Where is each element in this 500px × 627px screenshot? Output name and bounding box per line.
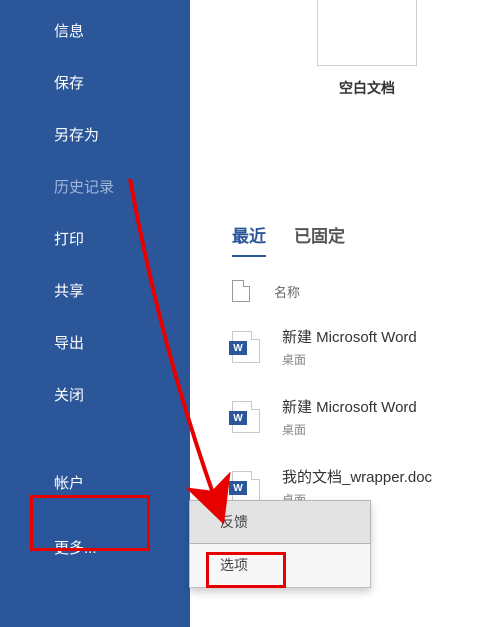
more-popup-menu: 反馈 选项 — [189, 500, 371, 588]
sidebar-item-save[interactable]: 保存 — [54, 56, 190, 108]
file-list-header: 名称 — [232, 280, 300, 302]
sidebar-item-more[interactable]: 更多... — [30, 521, 150, 573]
popup-item-options[interactable]: 选项 — [190, 543, 370, 587]
file-name: 新建 Microsoft Word — [282, 396, 417, 417]
sidebar-item-close[interactable]: 关闭 — [54, 368, 190, 420]
sidebar-item-info[interactable]: 信息 — [54, 4, 190, 56]
tab-recent[interactable]: 最近 — [232, 222, 266, 257]
sidebar-item-share[interactable]: 共享 — [54, 264, 190, 316]
file-location: 桌面 — [282, 421, 417, 438]
recent-tabs: 最近 已固定 — [232, 222, 345, 257]
file-name: 我的文档_wrapper.doc — [282, 466, 432, 487]
blank-document-template[interactable]: 空白文档 — [298, 0, 436, 98]
sidebar-item-history: 历史记录 — [54, 160, 190, 212]
file-name: 新建 Microsoft Word — [282, 326, 417, 347]
tab-pinned[interactable]: 已固定 — [294, 222, 345, 257]
blank-document-thumb-icon — [317, 0, 417, 66]
file-row[interactable]: W 新建 Microsoft Word 桌面 — [232, 396, 492, 438]
sidebar-item-account[interactable]: 帐户 — [54, 456, 190, 508]
sidebar-item-print[interactable]: 打印 — [54, 212, 190, 264]
file-location: 桌面 — [282, 351, 417, 368]
sidebar-item-saveas[interactable]: 另存为 — [54, 108, 190, 160]
document-icon — [232, 280, 250, 302]
column-header-name: 名称 — [274, 282, 300, 301]
word-file-icon: W — [232, 331, 260, 363]
word-file-icon: W — [232, 401, 260, 433]
file-row[interactable]: W 新建 Microsoft Word 桌面 — [232, 326, 492, 368]
sidebar-item-export[interactable]: 导出 — [54, 316, 190, 368]
word-file-icon: W — [232, 471, 260, 503]
blank-document-label: 空白文档 — [298, 78, 436, 98]
popup-item-feedback[interactable]: 反馈 — [189, 500, 371, 544]
